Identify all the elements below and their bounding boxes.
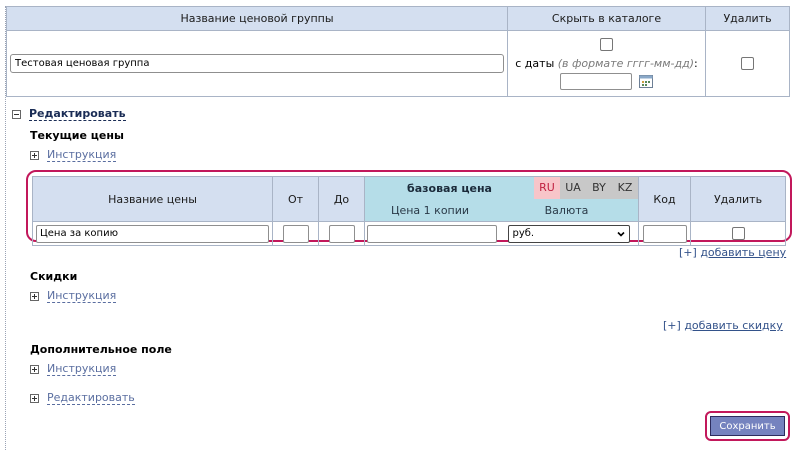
- current-prices-instruction-row: Инструкция: [30, 149, 117, 162]
- group-name-cell: [6, 30, 508, 97]
- column-header-delete: Удалить: [705, 6, 790, 31]
- code-cell: [638, 221, 691, 246]
- edit-section: Редактировать: [12, 108, 126, 121]
- extra-field-edit-row: Редактировать: [30, 392, 135, 405]
- from-cell: [272, 221, 319, 246]
- date-picker-row: [512, 72, 701, 90]
- code-input[interactable]: [642, 224, 687, 243]
- prices-table-highlight: Название цены От До базовая цена RU UA B…: [26, 170, 792, 246]
- price-row: руб.: [32, 221, 786, 246]
- price-name-cell: [32, 221, 273, 246]
- extra-field-edit-link[interactable]: Редактировать: [47, 392, 135, 405]
- price-name-input[interactable]: [36, 224, 269, 243]
- to-input[interactable]: [328, 224, 355, 243]
- discounts-instruction-link[interactable]: Инструкция: [47, 290, 117, 303]
- header-price-name: Название цены: [32, 176, 273, 222]
- date-line: с даты (в формате гггг-мм-дд):: [512, 57, 701, 70]
- discounts-section: Скидки: [30, 270, 77, 283]
- base-price-cell: руб.: [364, 221, 639, 246]
- discounts-instruction-row: Инструкция: [30, 290, 117, 303]
- column-header-group-name: Название ценовой группы: [6, 6, 508, 31]
- expand-icon[interactable]: [30, 365, 39, 374]
- currency-selected-value: руб.: [512, 228, 535, 239]
- currency-tab-kz[interactable]: KZ: [612, 177, 638, 199]
- add-price-bracket: [+]: [679, 246, 697, 259]
- date-format-hint: (в формате гггг-мм-дд): [557, 56, 695, 70]
- delete-cell: [705, 30, 790, 97]
- delete-price-checkbox[interactable]: [731, 227, 745, 241]
- price-group-table: Название ценовой группы Скрыть в каталог…: [6, 6, 790, 97]
- collapse-icon[interactable]: [12, 110, 21, 119]
- expand-icon[interactable]: [30, 151, 39, 160]
- chevron-down-icon: [616, 231, 625, 237]
- hide-cell: с даты (в формате гггг-мм-дд):: [507, 30, 706, 97]
- currency-tab-ru[interactable]: RU: [534, 177, 560, 199]
- currency-tab-ua[interactable]: UA: [560, 177, 586, 199]
- add-discount-bracket: [+]: [663, 319, 681, 332]
- current-prices-section: Текущие цены: [30, 129, 124, 142]
- current-prices-title: Текущие цены: [30, 129, 124, 142]
- base-price-title: базовая цена: [407, 181, 492, 195]
- extra-field-instruction-link[interactable]: Инструкция: [47, 363, 117, 376]
- group-name-input[interactable]: [10, 54, 504, 73]
- expand-icon[interactable]: [30, 292, 39, 301]
- header-to: До: [318, 176, 365, 222]
- date-input[interactable]: [560, 72, 633, 90]
- edit-toggle-link[interactable]: Редактировать: [29, 108, 126, 121]
- header-price-per-copy: Цена 1 копии: [390, 203, 470, 217]
- currency-tab-by[interactable]: BY: [586, 177, 612, 199]
- header-currency: Валюта: [544, 203, 589, 217]
- header-base-price: базовая цена RU UA BY KZ Цена 1 копии Ва…: [364, 176, 639, 222]
- delete-price-cell: [690, 221, 786, 246]
- prices-table: Название цены От До базовая цена RU UA B…: [32, 176, 786, 246]
- date-colon: :: [694, 56, 698, 70]
- extra-field-title: Дополнительное поле: [30, 343, 172, 356]
- extra-field-instruction-row: Инструкция: [30, 363, 117, 376]
- column-header-hide: Скрыть в каталоге: [507, 6, 706, 31]
- price-per-copy-input[interactable]: [367, 224, 497, 243]
- to-cell: [318, 221, 365, 246]
- add-discount-label[interactable]: добавить скидку: [684, 319, 782, 332]
- extra-field-section: Дополнительное поле: [30, 343, 172, 356]
- from-date-label: с даты: [515, 56, 555, 70]
- add-discount-link[interactable]: [+] добавить скидку: [663, 319, 783, 332]
- header-code: Код: [638, 176, 691, 222]
- add-price-label[interactable]: добавить цену: [700, 246, 786, 259]
- hide-in-catalog-checkbox[interactable]: [600, 37, 613, 51]
- expand-icon[interactable]: [30, 394, 39, 403]
- calendar-icon[interactable]: [638, 74, 653, 89]
- header-from: От: [272, 176, 319, 222]
- from-input[interactable]: [282, 224, 309, 243]
- add-price-link[interactable]: [+] добавить цену: [679, 246, 786, 259]
- current-prices-instruction-link[interactable]: Инструкция: [47, 149, 117, 162]
- header-delete: Удалить: [690, 176, 786, 222]
- currency-select[interactable]: руб.: [507, 224, 630, 243]
- save-button-highlight: Сохранить: [705, 411, 790, 441]
- discounts-title: Скидки: [30, 270, 78, 283]
- delete-group-checkbox[interactable]: [741, 57, 754, 71]
- save-button[interactable]: Сохранить: [710, 416, 785, 436]
